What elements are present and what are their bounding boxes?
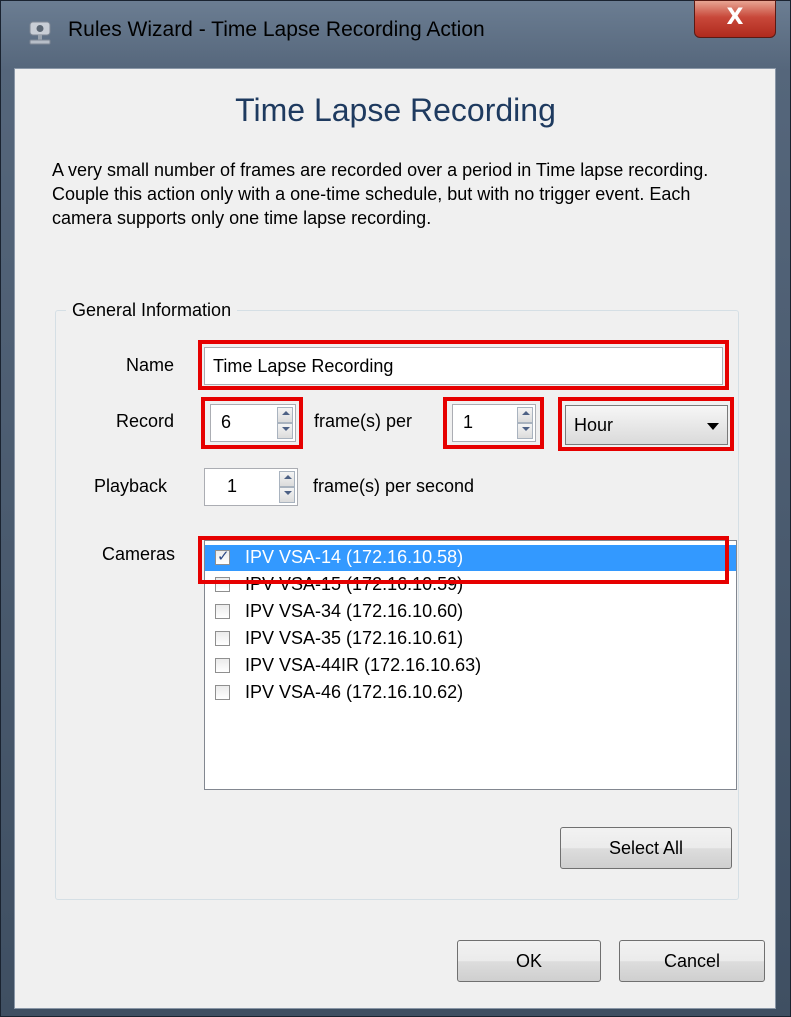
camera-label: IPV VSA-34 (172.16.10.60) bbox=[245, 601, 464, 621]
camera-label: IPV VSA-46 (172.16.10.62) bbox=[245, 682, 464, 702]
frames-per-label: frame(s) per bbox=[314, 411, 413, 431]
camera-list-item[interactable]: IPV VSA-15 (172.16.10.59) bbox=[205, 572, 736, 598]
record-frames-value: 6 bbox=[221, 412, 232, 432]
playback-suffix-label: frame(s) per second bbox=[313, 476, 475, 496]
camera-checkbox[interactable] bbox=[215, 577, 230, 592]
camera-list[interactable]: IPV VSA-14 (172.16.10.58) IPV VSA-15 (172… bbox=[204, 540, 737, 790]
camera-label: IPV VSA-14 (172.16.10.58) bbox=[245, 547, 464, 567]
select-all-button[interactable]: Select All bbox=[560, 827, 732, 869]
camera-checkbox[interactable] bbox=[215, 658, 230, 673]
chevron-down-icon bbox=[707, 423, 719, 430]
camera-list-item[interactable]: IPV VSA-35 (172.16.10.61) bbox=[205, 626, 736, 652]
name-input[interactable]: Time Lapse Recording bbox=[204, 347, 723, 385]
spin-down-icon[interactable] bbox=[517, 423, 533, 439]
period-unit-value: Hour bbox=[574, 415, 614, 435]
spin-down-icon[interactable] bbox=[279, 487, 295, 503]
camera-checkbox[interactable] bbox=[215, 631, 230, 646]
cancel-button[interactable]: Cancel bbox=[619, 940, 765, 982]
cameras-label: Cameras bbox=[102, 544, 176, 564]
window-title: Rules Wizard - Time Lapse Recording Acti… bbox=[68, 18, 485, 41]
camera-list-item[interactable]: IPV VSA-44IR (172.16.10.63) bbox=[205, 653, 736, 679]
group-title: General Information bbox=[66, 300, 238, 321]
camera-label: IPV VSA-15 (172.16.10.59) bbox=[245, 574, 464, 594]
playback-frames-stepper[interactable]: 1 bbox=[204, 468, 298, 506]
record-label: Record bbox=[116, 411, 175, 431]
page-title: Time Lapse Recording bbox=[235, 92, 556, 128]
playback-label: Playback bbox=[94, 476, 168, 496]
description-text: A very small number of frames are record… bbox=[52, 160, 709, 228]
camera-checkbox[interactable] bbox=[215, 685, 230, 700]
camera-list-item[interactable]: IPV VSA-34 (172.16.10.60) bbox=[205, 599, 736, 625]
playback-frames-value: 1 bbox=[227, 476, 238, 496]
name-input-value: Time Lapse Recording bbox=[213, 355, 394, 376]
close-button[interactable]: X bbox=[694, 0, 776, 38]
camera-label: IPV VSA-35 (172.16.10.61) bbox=[245, 628, 464, 648]
title-bar[interactable]: Rules Wizard - Time Lapse Recording Acti… bbox=[0, 0, 791, 68]
spin-up-icon[interactable] bbox=[517, 407, 533, 423]
camera-label: IPV VSA-44IR (172.16.10.63) bbox=[245, 655, 482, 675]
camera-list-item[interactable]: IPV VSA-46 (172.16.10.62) bbox=[205, 680, 736, 706]
close-icon: X bbox=[726, 5, 744, 30]
spin-up-icon[interactable] bbox=[277, 407, 293, 423]
record-frames-stepper[interactable]: 6 bbox=[210, 404, 296, 442]
camera-list-item[interactable]: IPV VSA-14 (172.16.10.58) bbox=[205, 545, 736, 571]
spin-down-icon[interactable] bbox=[277, 423, 293, 439]
camera-checkbox[interactable] bbox=[215, 547, 230, 565]
spin-up-icon[interactable] bbox=[279, 471, 295, 487]
record-period-stepper[interactable]: 1 bbox=[452, 404, 536, 442]
period-unit-select[interactable]: Hour bbox=[565, 405, 728, 445]
ok-button[interactable]: OK bbox=[457, 940, 601, 982]
camera-icon bbox=[29, 21, 51, 45]
name-label: Name bbox=[126, 355, 175, 375]
camera-checkbox[interactable] bbox=[215, 604, 230, 619]
record-period-value: 1 bbox=[463, 412, 474, 432]
